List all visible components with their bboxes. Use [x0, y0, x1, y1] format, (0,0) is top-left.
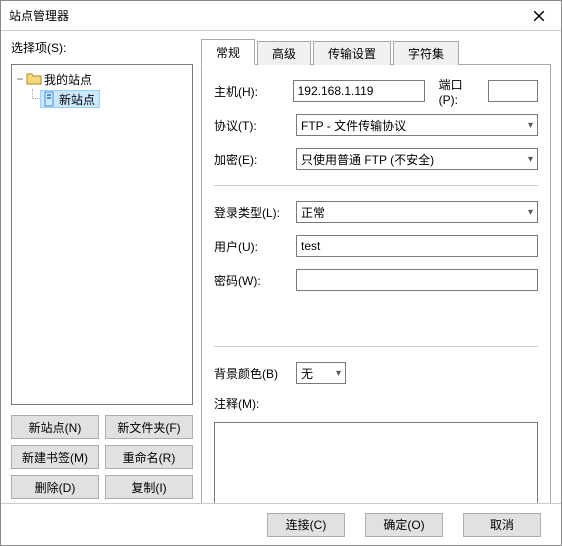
protocol-label: 协议(T):: [214, 117, 288, 134]
select-entry-label: 选择项(S):: [11, 39, 193, 56]
host-input[interactable]: [293, 80, 425, 102]
port-label: 端口(P):: [439, 76, 480, 107]
cancel-button[interactable]: 取消: [463, 513, 541, 537]
encryption-select[interactable]: 只使用普通 FTP (不安全) ▾: [296, 148, 538, 170]
protocol-select[interactable]: FTP - 文件传输协议 ▾: [296, 114, 538, 136]
new-folder-button[interactable]: 新文件夹(F): [105, 415, 193, 439]
bottom-bar: 连接(C) 确定(O) 取消: [1, 503, 561, 545]
logon-select[interactable]: 正常 ▾: [296, 201, 538, 223]
bgcolor-label: 背景颜色(B): [214, 365, 288, 382]
close-button[interactable]: [516, 1, 561, 31]
tab-charset[interactable]: 字符集: [393, 41, 459, 65]
tree-root[interactable]: − 我的站点: [14, 69, 190, 89]
site-tree[interactable]: − 我的站点 新站点: [11, 64, 193, 405]
new-bookmark-button[interactable]: 新建书签(M): [11, 445, 99, 469]
tab-transfer[interactable]: 传输设置: [313, 41, 391, 65]
password-label: 密码(W):: [214, 272, 288, 289]
row-password: 密码(W):: [214, 268, 538, 292]
tree-root-label: 我的站点: [44, 71, 92, 88]
ok-button[interactable]: 确定(O): [365, 513, 443, 537]
connect-button[interactable]: 连接(C): [267, 513, 345, 537]
logon-label: 登录类型(L):: [214, 204, 288, 221]
new-site-button[interactable]: 新站点(N): [11, 415, 99, 439]
titlebar: 站点管理器: [1, 1, 561, 31]
chevron-down-icon: ▾: [528, 120, 533, 131]
row-bgcolor: 背景颜色(B) 无 ▾: [214, 361, 538, 385]
folder-icon: [26, 71, 42, 87]
right-pane: 常规 高级 传输设置 字符集 主机(H): 端口(P): 协议(T): FTP …: [201, 39, 551, 499]
tree-child[interactable]: 新站点: [14, 89, 190, 109]
copy-button[interactable]: 复制(I): [105, 475, 193, 499]
dialog-body: 选择项(S): − 我的站点 新站点: [1, 31, 561, 503]
tree-child-label: 新站点: [59, 91, 95, 108]
encryption-value: 只使用普通 FTP (不安全): [301, 151, 434, 168]
user-label: 用户(U):: [214, 238, 288, 255]
row-user: 用户(U):: [214, 234, 538, 258]
row-host: 主机(H): 端口(P):: [214, 79, 538, 103]
collapse-icon[interactable]: −: [14, 72, 26, 86]
site-manager-window: 站点管理器 选择项(S): − 我的站点: [0, 0, 562, 546]
comments-textarea[interactable]: [214, 422, 538, 503]
tab-content-general: 主机(H): 端口(P): 协议(T): FTP - 文件传输协议 ▾ 加密(E…: [201, 65, 551, 503]
row-protocol: 协议(T): FTP - 文件传输协议 ▾: [214, 113, 538, 137]
close-icon: [533, 10, 545, 22]
divider: [214, 185, 538, 186]
user-input[interactable]: [296, 235, 538, 257]
bgcolor-value: 无: [301, 365, 313, 382]
delete-button[interactable]: 删除(D): [11, 475, 99, 499]
tab-general[interactable]: 常规: [201, 39, 255, 65]
divider: [214, 346, 538, 347]
comments-label: 注释(M):: [214, 395, 538, 412]
row-encryption: 加密(E): 只使用普通 FTP (不安全) ▾: [214, 147, 538, 171]
chevron-down-icon: ▾: [528, 207, 533, 218]
row-logon: 登录类型(L): 正常 ▾: [214, 200, 538, 224]
spacer: [214, 302, 538, 332]
server-icon: [41, 91, 57, 107]
tab-advanced[interactable]: 高级: [257, 41, 311, 65]
encryption-label: 加密(E):: [214, 151, 288, 168]
protocol-value: FTP - 文件传输协议: [301, 117, 406, 134]
logon-value: 正常: [301, 204, 325, 221]
chevron-down-icon: ▾: [336, 368, 341, 379]
tab-bar: 常规 高级 传输设置 字符集: [201, 39, 551, 65]
chevron-down-icon: ▾: [528, 154, 533, 165]
site-buttons: 新站点(N) 新文件夹(F) 新建书签(M) 重命名(R) 删除(D) 复制(I…: [11, 411, 193, 499]
rename-button[interactable]: 重命名(R): [105, 445, 193, 469]
window-title: 站点管理器: [9, 7, 69, 24]
host-label: 主机(H):: [214, 83, 285, 100]
tree-line: [32, 89, 40, 99]
port-input[interactable]: [488, 80, 538, 102]
left-pane: 选择项(S): − 我的站点 新站点: [11, 39, 193, 499]
password-input[interactable]: [296, 269, 538, 291]
bgcolor-select[interactable]: 无 ▾: [296, 362, 346, 384]
